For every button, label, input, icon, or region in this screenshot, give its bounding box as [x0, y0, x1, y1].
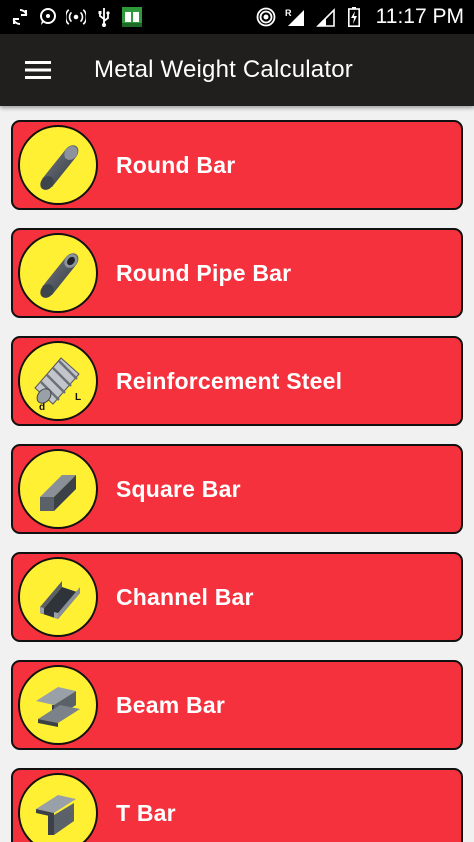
item-label: Beam Bar [116, 691, 225, 718]
square-bar-icon [18, 449, 98, 529]
round-pipe-icon [18, 233, 98, 313]
chat-icon [38, 7, 58, 27]
usb-icon [94, 7, 114, 27]
sync-icon [10, 7, 30, 27]
hamburger-menu-icon [25, 61, 51, 79]
list-item-square-bar[interactable]: Square Bar [11, 444, 463, 534]
t-bar-icon [18, 773, 98, 842]
status-bar: R 11:17 PM [0, 0, 474, 34]
svg-text:L: L [75, 392, 81, 403]
app-icon [122, 7, 142, 27]
list-item-beam-bar[interactable]: Beam Bar [11, 660, 463, 750]
round-bar-icon [18, 125, 98, 205]
status-bar-left [10, 7, 142, 27]
hotspot-icon [256, 7, 276, 27]
list-item-channel-bar[interactable]: Channel Bar [11, 552, 463, 642]
roaming-label: R [285, 8, 292, 18]
item-label: Square Bar [116, 475, 241, 502]
signal-icon [315, 7, 336, 27]
item-label: Reinforcement Steel [116, 367, 343, 394]
list-item-reinforcement-steel[interactable]: d L Reinforcement Steel [11, 336, 463, 426]
item-label: T Bar [116, 799, 176, 826]
beam-bar-icon [18, 665, 98, 745]
list-item-round-pipe-bar[interactable]: Round Pipe Bar [11, 228, 463, 318]
svg-text:d: d [39, 402, 45, 413]
rebar-icon: d L [18, 341, 98, 421]
status-time: 11:17 PM [375, 5, 464, 28]
channel-bar-icon [18, 557, 98, 637]
signal-roaming-icon: R [284, 7, 308, 27]
status-bar-right: R 11:17 PM [256, 5, 464, 29]
item-label: Round Bar [116, 151, 236, 178]
list-item-t-bar[interactable]: T Bar [11, 768, 463, 842]
app-toolbar: Metal Weight Calculator [0, 34, 474, 106]
calculator-list: Round Bar Round Pipe Bar d L Reinforceme… [0, 106, 474, 842]
page-title: Metal Weight Calculator [94, 56, 353, 83]
list-item-round-bar[interactable]: Round Bar [11, 120, 463, 210]
broadcast-icon [66, 7, 86, 27]
battery-charging-icon [344, 7, 364, 27]
item-label: Channel Bar [116, 583, 254, 610]
menu-button[interactable] [16, 48, 60, 92]
item-label: Round Pipe Bar [116, 259, 292, 286]
